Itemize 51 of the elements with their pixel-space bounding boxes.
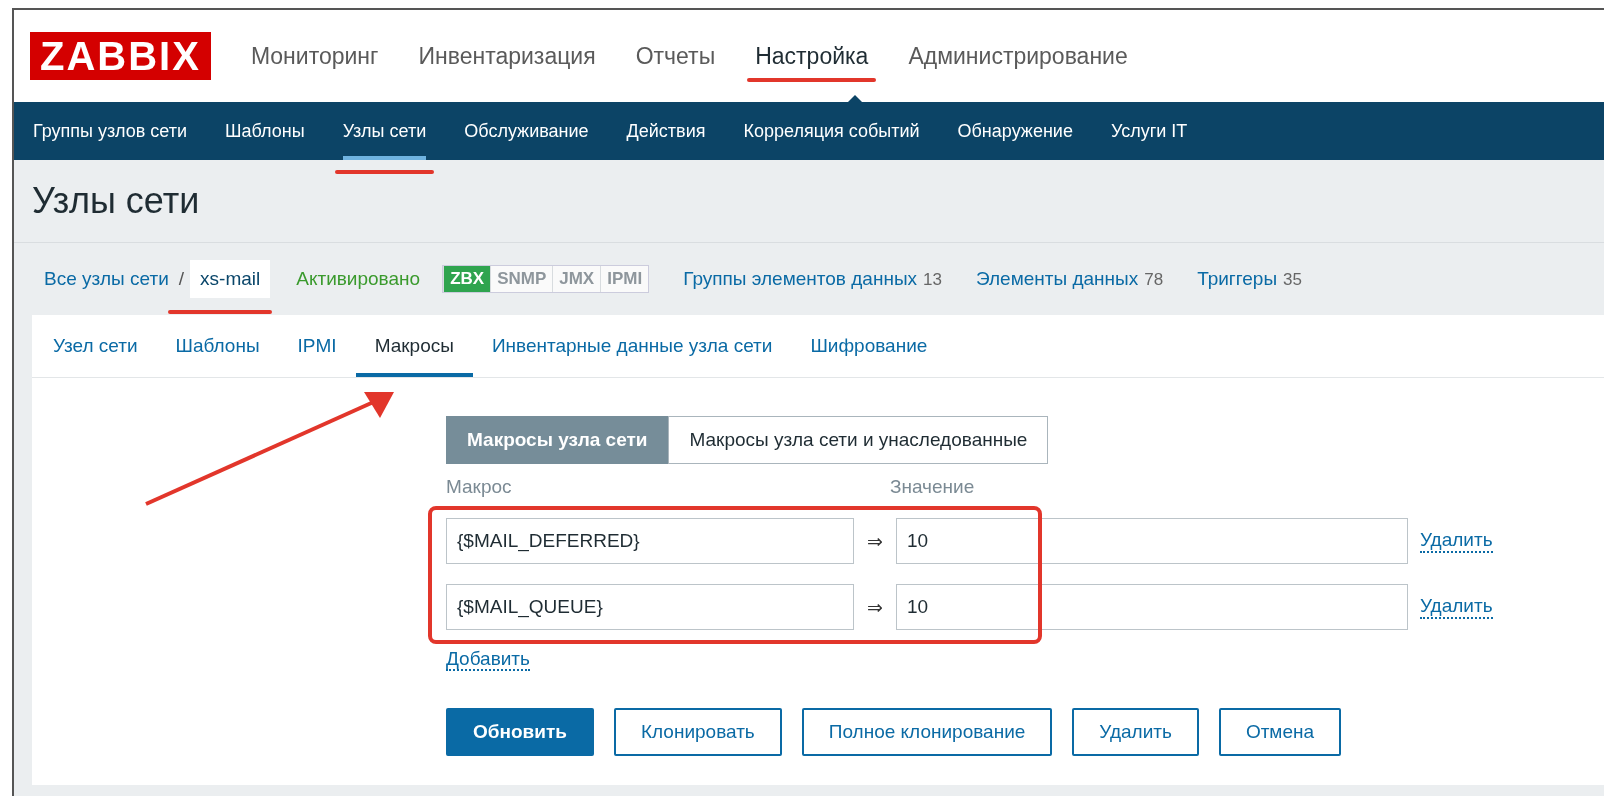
availability-badge: SNMP [490,266,553,292]
tab[interactable]: Шаблоны [156,315,279,377]
submenu-item[interactable]: Услуги IT [1110,102,1188,160]
macro-field[interactable]: {$MAIL_DEFERRED} [446,518,854,564]
submenu-item[interactable]: Корреляция событий [743,102,920,160]
form-button[interactable]: Отмена [1218,708,1342,756]
availability-badge: IPMI [600,266,649,292]
link-count: 35 [1283,270,1302,289]
breadcrumb-separator: / [178,268,185,290]
value-field[interactable]: 10 [896,584,1408,630]
tab[interactable]: Макросы [355,315,473,377]
host-status: Активировано [296,268,421,290]
host-link[interactable]: Триггеры [1197,268,1278,289]
column-header: Макрос [446,476,513,498]
submenu-item[interactable]: Обнаружение [957,102,1073,160]
add-link[interactable]: Добавить [446,648,530,671]
submenu-item[interactable]: Группы узлов сети [33,102,188,160]
menu-item[interactable]: Мониторинг [250,42,379,70]
link-count: 13 [923,270,942,289]
menu-item[interactable]: Инвентаризация [418,42,596,70]
update-button[interactable]: Обновить [446,708,594,756]
mode-toggle-button[interactable]: Макросы узла сети [446,416,669,464]
link-count: 78 [1144,270,1164,289]
submenu-item[interactable]: Обслуживание [464,102,589,160]
macro-field[interactable]: {$MAIL_QUEUE} [446,584,854,630]
remove-link[interactable]: Удалить [1420,529,1493,553]
tab[interactable]: Шифрование [791,315,947,377]
menu-item[interactable]: Администрирование [908,42,1128,70]
arrow-symbol: ⇒ [866,595,884,619]
tab[interactable]: Инвентарные данные узла сети [472,315,792,377]
tab[interactable]: IPMI [278,315,356,377]
form-button[interactable]: Клонировать [613,708,782,756]
zabbix-logo[interactable]: ZABBIX [30,32,211,80]
submenu-item[interactable]: Действия [626,102,706,160]
availability-badge: ZBX [443,266,491,292]
tab[interactable]: Узел сети [34,315,157,377]
page-title: Узлы сети [32,180,200,222]
mode-toggle-button[interactable]: Макросы узла сети и унаследованные [668,416,1049,464]
submenu-item[interactable]: Узлы сети [342,102,427,160]
column-header: Значение [890,476,975,498]
submenu-item[interactable]: Шаблоны [225,102,305,160]
host-link[interactable]: Элементы данных [975,268,1139,289]
availability-badge: JMX [552,266,601,292]
breadcrumb-link[interactable]: Все узлы сети [44,268,169,290]
arrow-symbol: ⇒ [866,529,884,553]
value-field[interactable]: 10 [896,518,1408,564]
host-link[interactable]: Группы элементов данных [683,268,918,289]
menu-item[interactable]: Отчеты [635,42,716,70]
form-button[interactable]: Удалить [1072,708,1199,756]
form-button[interactable]: Полное клонирование [801,708,1053,756]
remove-link[interactable]: Удалить [1420,595,1493,619]
